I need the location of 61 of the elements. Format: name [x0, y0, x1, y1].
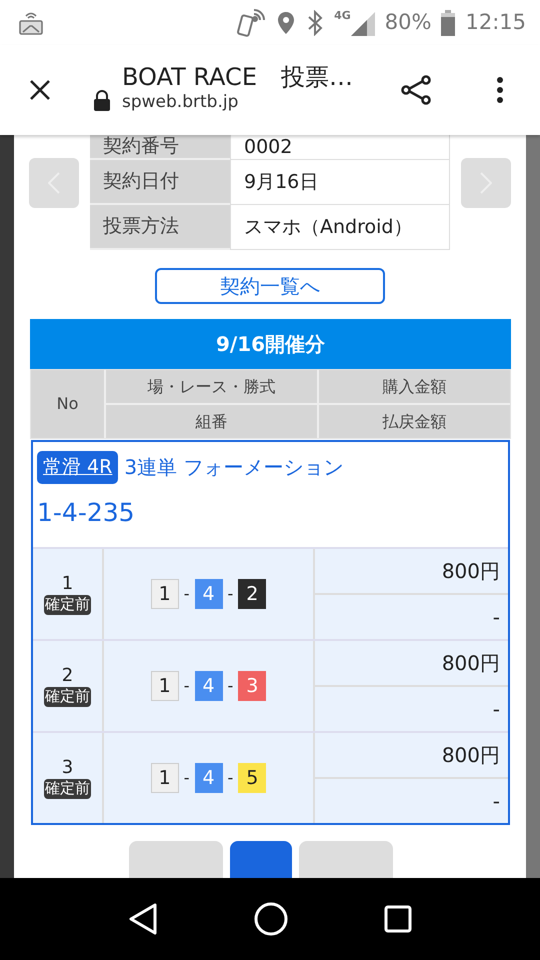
- selection-text: 1-4-235: [37, 496, 136, 528]
- info-label: 投票方法: [103, 215, 179, 238]
- home-icon[interactable]: [252, 901, 289, 937]
- column-header: 組番: [106, 405, 317, 438]
- info-label: 契約番号: [103, 135, 179, 158]
- column-header: No: [31, 370, 104, 438]
- info-value: 0002: [244, 136, 292, 159]
- close-icon[interactable]: [29, 79, 51, 101]
- purchase-amount: 800円: [442, 558, 500, 585]
- column-header: 払戻金額: [319, 405, 510, 438]
- info-value: 9月16日: [244, 170, 318, 194]
- battery-percent: 80%: [384, 8, 432, 36]
- recents-icon[interactable]: [384, 905, 412, 933]
- column-header: 購入金額: [319, 370, 510, 403]
- boat-number: 4: [194, 671, 222, 701]
- row-number: 1: [62, 573, 74, 596]
- battery-icon: [441, 10, 456, 36]
- contract-list-button[interactable]: 契約一覧へ: [155, 268, 385, 304]
- purchase-amount: 800円: [442, 742, 500, 769]
- cast-icon: [18, 10, 44, 36]
- separator: -: [228, 583, 234, 605]
- venue-race-link[interactable]: 常滑 4R: [37, 451, 118, 484]
- signal-icon: [350, 10, 375, 36]
- boat-number: 5: [238, 763, 266, 793]
- boat-number: 2: [238, 579, 266, 609]
- status-badge: 確定前: [44, 595, 91, 615]
- boat-number: 3: [238, 671, 266, 701]
- lock-icon: [93, 90, 111, 112]
- purchase-amount: 800円: [442, 650, 500, 677]
- separator: -: [228, 767, 234, 789]
- separator: -: [184, 675, 190, 697]
- boat-number: 1: [150, 579, 179, 609]
- location-icon: [276, 10, 296, 36]
- boat-number: 1: [150, 671, 179, 701]
- page-url: spweb.brtb.jp: [122, 91, 240, 114]
- more-icon[interactable]: [496, 76, 504, 104]
- bluetooth-icon: [306, 10, 324, 36]
- share-icon[interactable]: [400, 74, 432, 106]
- boat-number: 1: [150, 763, 179, 793]
- separator: -: [184, 583, 190, 605]
- boat-number: 4: [194, 579, 222, 609]
- row-number: 2: [62, 665, 74, 688]
- bet-type: 3連単 フォーメーション: [124, 454, 344, 482]
- status-badge: 確定前: [44, 779, 91, 799]
- boat-number: 4: [194, 763, 222, 793]
- payout-amount: -: [492, 604, 500, 631]
- status-badge: 確定前: [44, 687, 91, 707]
- back-icon[interactable]: [128, 902, 158, 936]
- nfc-phone-icon: [236, 8, 266, 38]
- column-header: 場・レース・勝式: [106, 370, 317, 403]
- info-label: 契約日付: [103, 170, 179, 193]
- section-header: 9/16開催分: [30, 319, 511, 369]
- payout-amount: -: [492, 696, 500, 723]
- page-title: BOAT RACE 投票…: [122, 64, 354, 90]
- row-number: 3: [62, 757, 74, 780]
- payout-amount: -: [492, 788, 500, 815]
- clock-time: 12:15: [465, 8, 526, 36]
- separator: -: [184, 767, 190, 789]
- separator: -: [228, 675, 234, 697]
- network-type-label: 4G: [334, 10, 351, 20]
- info-value: スマホ（Android）: [244, 216, 412, 238]
